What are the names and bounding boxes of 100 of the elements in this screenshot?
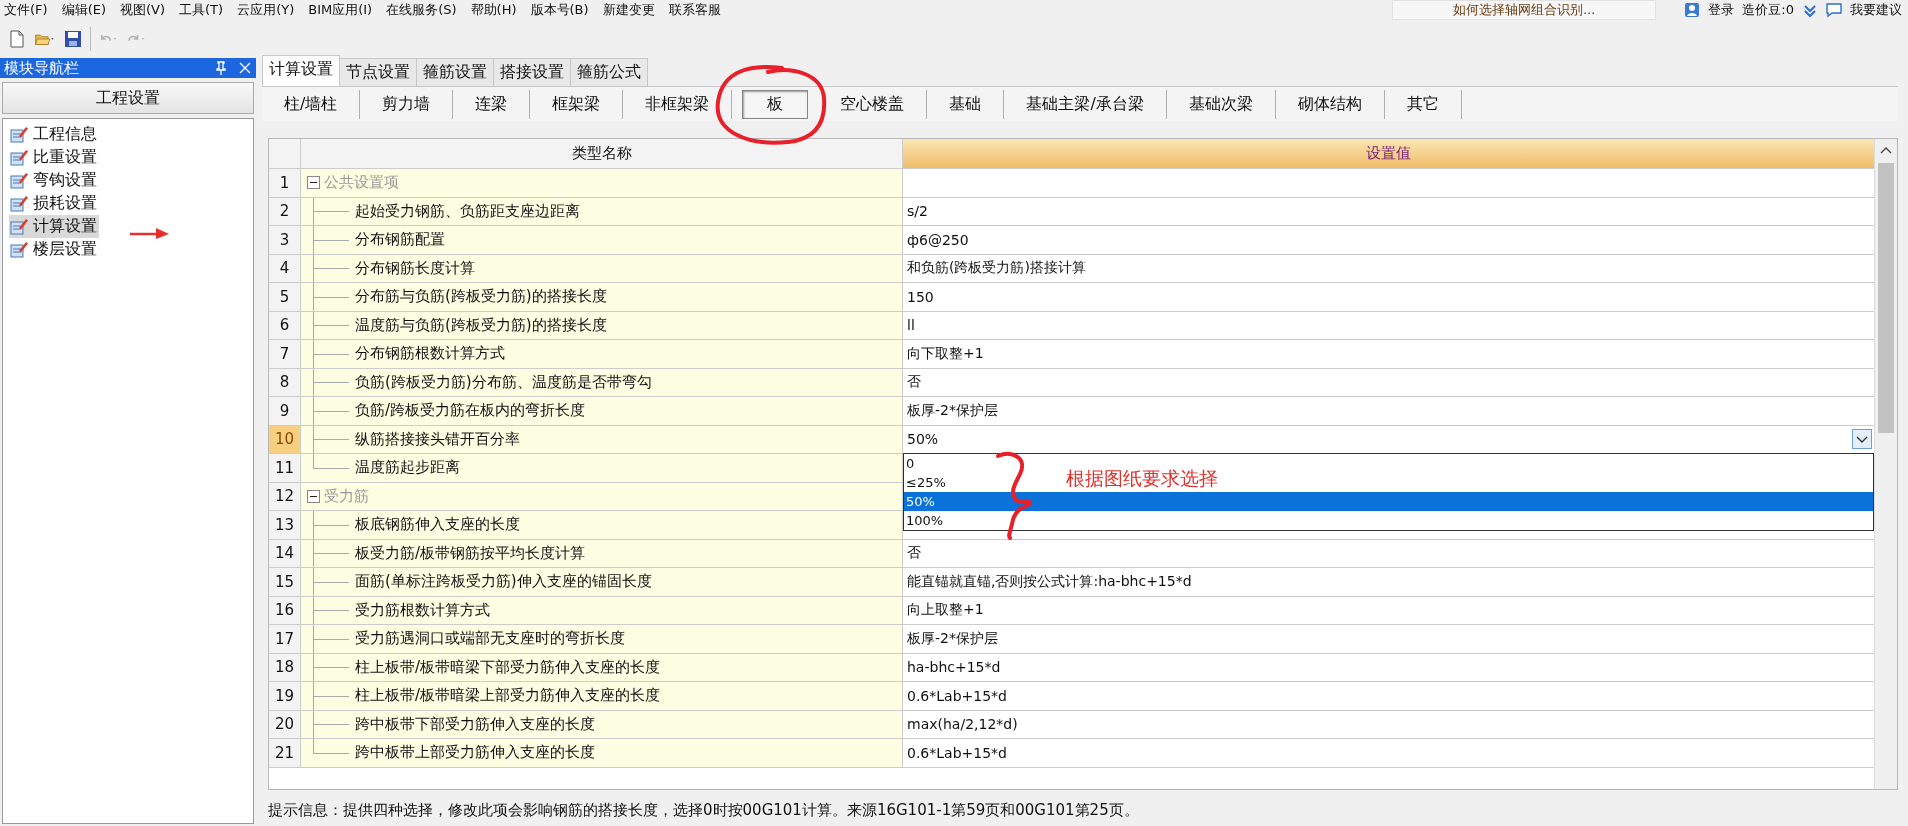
menu-item[interactable]: 版本号(B) — [530, 1, 589, 19]
table-cell: 0.6*Lab+15*d — [903, 682, 1874, 711]
pencil-doc-icon — [9, 216, 29, 237]
table-cell: 温度筋起步距离 — [301, 454, 903, 483]
tab[interactable]: 节点设置 — [339, 58, 417, 86]
nav-item[interactable]: 计算设置 — [9, 215, 99, 238]
row-number[interactable]: 2 — [269, 197, 301, 226]
category-tab[interactable]: 板 — [742, 89, 809, 119]
row-number[interactable]: 20 — [269, 710, 301, 739]
menu-item[interactable]: 视图(V) — [120, 1, 166, 19]
table-cell: 受力筋 — [301, 482, 903, 511]
menu-item[interactable]: 文件(F) — [4, 1, 48, 19]
table-cell: 板底钢筋伸入支座的长度 — [301, 511, 903, 540]
chevron-icon[interactable] — [1802, 2, 1818, 18]
row-number[interactable]: 14 — [269, 539, 301, 568]
row-number[interactable]: 7 — [269, 340, 301, 369]
user-icon — [1684, 2, 1701, 18]
row-number[interactable]: 18 — [269, 653, 301, 682]
nav-item[interactable]: 损耗设置 — [9, 192, 99, 215]
dropdown-option[interactable]: 50% — [904, 492, 1873, 511]
category-tab[interactable]: 柱/墙柱 — [262, 89, 361, 119]
login-link[interactable]: 登录 — [1708, 1, 1735, 19]
row-number[interactable]: 11 — [269, 454, 301, 483]
row-number[interactable]: 13 — [269, 511, 301, 540]
row-number[interactable]: 19 — [269, 682, 301, 711]
table-cell: 向下取整+1 — [903, 340, 1874, 369]
category-tab[interactable]: 连梁 — [453, 89, 531, 119]
table-cell: 和负筋(跨板受力筋)搭接计算 — [903, 254, 1874, 283]
row-number[interactable]: 3 — [269, 226, 301, 255]
tab[interactable]: 计算设置 — [262, 55, 340, 86]
row-number[interactable]: 15 — [269, 568, 301, 597]
row-number[interactable]: 6 — [269, 311, 301, 340]
table-cell: 起始受力钢筋、负筋距支座边距离 — [301, 197, 903, 226]
category-tab[interactable]: 空心楼盖 — [818, 89, 928, 119]
table-cell: s/2 — [903, 197, 1874, 226]
category-tab[interactable]: 砌体结构 — [1275, 89, 1385, 119]
category-tab[interactable]: 框架梁 — [530, 89, 624, 119]
category-tab[interactable]: 剪力墙 — [360, 89, 454, 119]
section-button[interactable]: 工程设置 — [2, 82, 254, 114]
category-tab[interactable]: 非框架梁 — [623, 89, 733, 119]
scrollbar[interactable] — [1874, 139, 1897, 789]
category-tab[interactable]: 基础主梁/承台梁 — [1004, 89, 1167, 119]
table-cell: 负筋(跨板受力筋)分布筋、温度筋是否带弯勾 — [301, 368, 903, 397]
pencil-doc-icon — [9, 170, 29, 191]
menu-item[interactable]: 在线服务(S) — [386, 1, 457, 19]
category-tab[interactable]: 其它 — [1384, 89, 1462, 119]
row-number[interactable]: 9 — [269, 397, 301, 426]
menu-item[interactable]: 帮助(H) — [470, 1, 517, 19]
menu-item[interactable]: 云应用(Y) — [237, 1, 295, 19]
menu-item[interactable]: 新建变更 — [602, 1, 655, 19]
beans-count: 造价豆:0 — [1742, 1, 1794, 19]
menu-item[interactable]: 联系客服 — [668, 1, 721, 19]
nav-item[interactable]: 工程信息 — [9, 123, 99, 146]
scroll-thumb[interactable] — [1878, 163, 1894, 433]
close-icon[interactable] — [238, 61, 252, 75]
table-cell: 分布筋与负筋(跨板受力筋)的搭接长度 — [301, 283, 903, 312]
menu-item[interactable]: BIM应用(I) — [308, 1, 373, 19]
row-number[interactable]: 4 — [269, 254, 301, 283]
tab[interactable]: 箍筋设置 — [416, 58, 494, 86]
collapse-icon[interactable] — [307, 176, 320, 190]
dropdown-button[interactable] — [1852, 429, 1872, 450]
dropdown-option[interactable]: ≤25% — [904, 473, 948, 492]
arrow-mark — [130, 226, 170, 240]
scroll-up-icon[interactable] — [1879, 145, 1893, 155]
table-cell: 0.6*Lab+15*d — [903, 739, 1874, 768]
table-cell: 受力筋遇洞口或端部无支座时的弯折长度 — [301, 625, 903, 654]
pin-icon[interactable] — [214, 61, 228, 75]
dropdown-option[interactable]: 100% — [904, 511, 946, 530]
table-cell: 柱上板带/板带暗梁上部受力筋伸入支座的长度 — [301, 682, 903, 711]
collapse-icon[interactable] — [307, 489, 320, 503]
menu-item[interactable]: 工具(T) — [179, 1, 224, 19]
row-number[interactable]: 5 — [269, 283, 301, 312]
table-cell: ha-bhc+15*d — [903, 653, 1874, 682]
pencil-doc-icon — [9, 193, 29, 214]
row-number[interactable]: 17 — [269, 625, 301, 654]
tab[interactable]: 箍筋公式 — [570, 58, 648, 86]
dropdown-option[interactable]: 0 — [904, 454, 917, 473]
category-tab[interactable]: 基础 — [927, 89, 1005, 119]
column-header: 类型名称 — [301, 139, 903, 169]
speech-bubble-icon — [1826, 2, 1842, 18]
row-number[interactable]: 16 — [269, 596, 301, 625]
category-tab[interactable]: 基础次梁 — [1166, 89, 1276, 119]
row-number[interactable]: 10 — [269, 425, 301, 454]
nav-item[interactable]: 比重设置 — [9, 146, 99, 169]
table-cell: 能直锚就直锚,否则按公式计算:ha-bhc+15*d — [903, 568, 1874, 597]
nav-item[interactable]: 弯钩设置 — [9, 169, 99, 192]
suggest-link[interactable]: 我要建议 — [1850, 1, 1902, 19]
save-icon[interactable] — [62, 29, 84, 49]
table-cell: 150 — [903, 283, 1874, 312]
row-number[interactable]: 21 — [269, 739, 301, 768]
hint-link[interactable]: 如何选择轴网组合识别... — [1391, 0, 1657, 20]
row-number[interactable]: 1 — [269, 169, 301, 198]
row-number[interactable]: 12 — [269, 482, 301, 511]
table-cell: max(ha/2,12*d) — [903, 710, 1874, 739]
pencil-doc-icon — [9, 147, 29, 168]
table-cell: 纵筋搭接接头错开百分率 — [301, 425, 903, 454]
menu-item[interactable]: 编辑(E) — [61, 1, 106, 19]
nav-item[interactable]: 楼层设置 — [9, 238, 99, 261]
tab[interactable]: 搭接设置 — [493, 58, 571, 86]
row-number[interactable]: 8 — [269, 368, 301, 397]
